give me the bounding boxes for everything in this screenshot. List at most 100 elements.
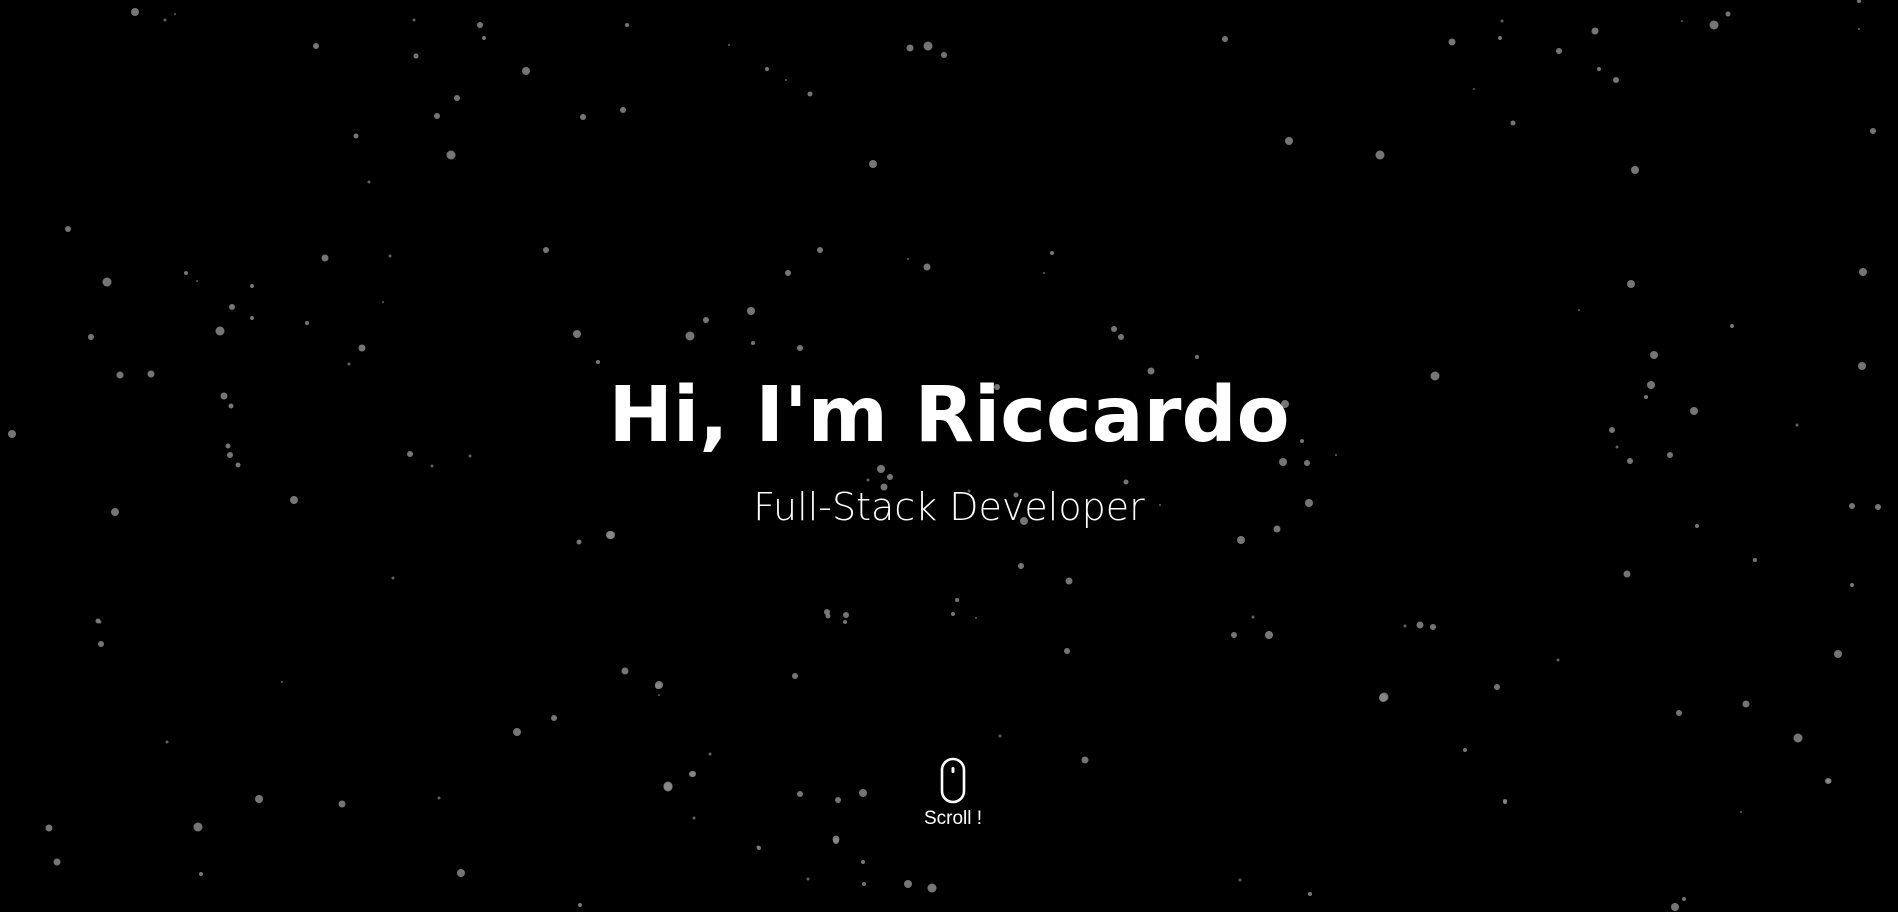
star-dot [817, 247, 823, 253]
star-dot [434, 113, 440, 119]
star-dot [412, 18, 416, 22]
star-dot [551, 715, 557, 721]
star-dot [1498, 36, 1502, 40]
star-dot [250, 316, 254, 320]
star-dot [877, 465, 885, 473]
star-dot [1870, 128, 1876, 134]
star-dot [606, 531, 614, 539]
star-dot [1740, 811, 1742, 813]
star-dot [843, 620, 847, 624]
star-dot [578, 903, 582, 907]
star-dot [658, 694, 660, 696]
star-dot [756, 845, 760, 849]
star-dot [1725, 11, 1731, 17]
star-dot [941, 52, 947, 58]
star-dot [625, 23, 629, 27]
star-dot [1793, 733, 1803, 743]
star-dot [255, 795, 263, 803]
star-dot [692, 816, 696, 820]
star-dot [576, 539, 582, 545]
star-dot [1473, 88, 1475, 90]
star-dot [457, 869, 465, 877]
star-dot [1825, 778, 1831, 784]
star-dot [1676, 710, 1682, 716]
star-dot [573, 330, 581, 338]
star-dot [413, 53, 419, 59]
hero-section: Hi, I'm Riccardo Full-Stack Developer Sc… [0, 0, 1898, 912]
star-dot [955, 598, 959, 602]
star-dot [927, 883, 937, 893]
star-dot [1463, 748, 1467, 752]
star-dot [806, 877, 810, 881]
star-dot [1403, 624, 1407, 628]
star-dot [580, 114, 586, 120]
star-dot [1613, 77, 1619, 83]
star-dot [1064, 648, 1070, 654]
star-dot [1118, 334, 1124, 340]
star-dot [1858, 28, 1860, 30]
star-dot [313, 43, 319, 49]
star-dot [1597, 67, 1601, 71]
star-dot [708, 752, 712, 756]
star-dot [1591, 27, 1599, 35]
mouse-icon [940, 757, 966, 804]
star-dot [703, 317, 709, 323]
star-dot [1237, 536, 1245, 544]
star-dot [765, 67, 769, 71]
star-dot [391, 576, 395, 580]
hero-headline: Hi, I'm Riccardo [608, 371, 1290, 460]
star-dot [98, 641, 104, 647]
star-dot [663, 782, 673, 792]
star-dot [1111, 326, 1117, 332]
star-dot [1850, 583, 1854, 587]
star-dot [1556, 658, 1560, 662]
star-dot [1065, 577, 1073, 585]
star-dot [835, 797, 841, 803]
star-dot [235, 462, 241, 468]
star-dot [596, 360, 600, 364]
star-dot [1308, 892, 1312, 896]
star-dot [45, 824, 53, 832]
star-dot [1043, 272, 1045, 274]
star-dot [193, 822, 203, 832]
star-dot [305, 321, 309, 325]
star-dot [975, 617, 977, 619]
scroll-hint[interactable]: Scroll ! [909, 757, 997, 830]
star-dot [906, 44, 914, 52]
star-dot [199, 872, 203, 876]
star-dot [951, 612, 955, 616]
star-dot [655, 681, 663, 689]
star-dot [250, 284, 254, 288]
star-dot [482, 36, 486, 40]
star-dot [1834, 650, 1842, 658]
star-dot [1682, 897, 1686, 901]
star-dot [1081, 756, 1089, 764]
star-dot [621, 667, 629, 675]
star-dot [196, 280, 198, 282]
star-dot [1238, 878, 1242, 882]
star-dot [1510, 120, 1516, 126]
hero-subtitle: Full-Stack Developer [753, 485, 1145, 529]
star-dot [825, 613, 831, 619]
star-dot [1430, 624, 1436, 630]
star-dot [53, 858, 61, 866]
star-dot [1448, 38, 1456, 46]
star-dot [1650, 351, 1658, 359]
star-dot [792, 673, 798, 679]
star-dot [907, 258, 909, 260]
star-dot [690, 771, 696, 777]
star-dot [338, 800, 346, 808]
star-dot [1500, 19, 1504, 23]
star-dot [1251, 615, 1255, 619]
star-dot [685, 331, 695, 341]
star-dot [543, 247, 549, 253]
star-dot [1379, 694, 1387, 702]
star-dot [1753, 558, 1757, 562]
star-dot [1494, 684, 1500, 690]
star-dot [923, 41, 933, 51]
star-dot [869, 160, 877, 168]
star-dot [437, 796, 441, 800]
star-dot [751, 341, 755, 345]
star-dot [747, 307, 755, 315]
star-dot [728, 44, 730, 46]
